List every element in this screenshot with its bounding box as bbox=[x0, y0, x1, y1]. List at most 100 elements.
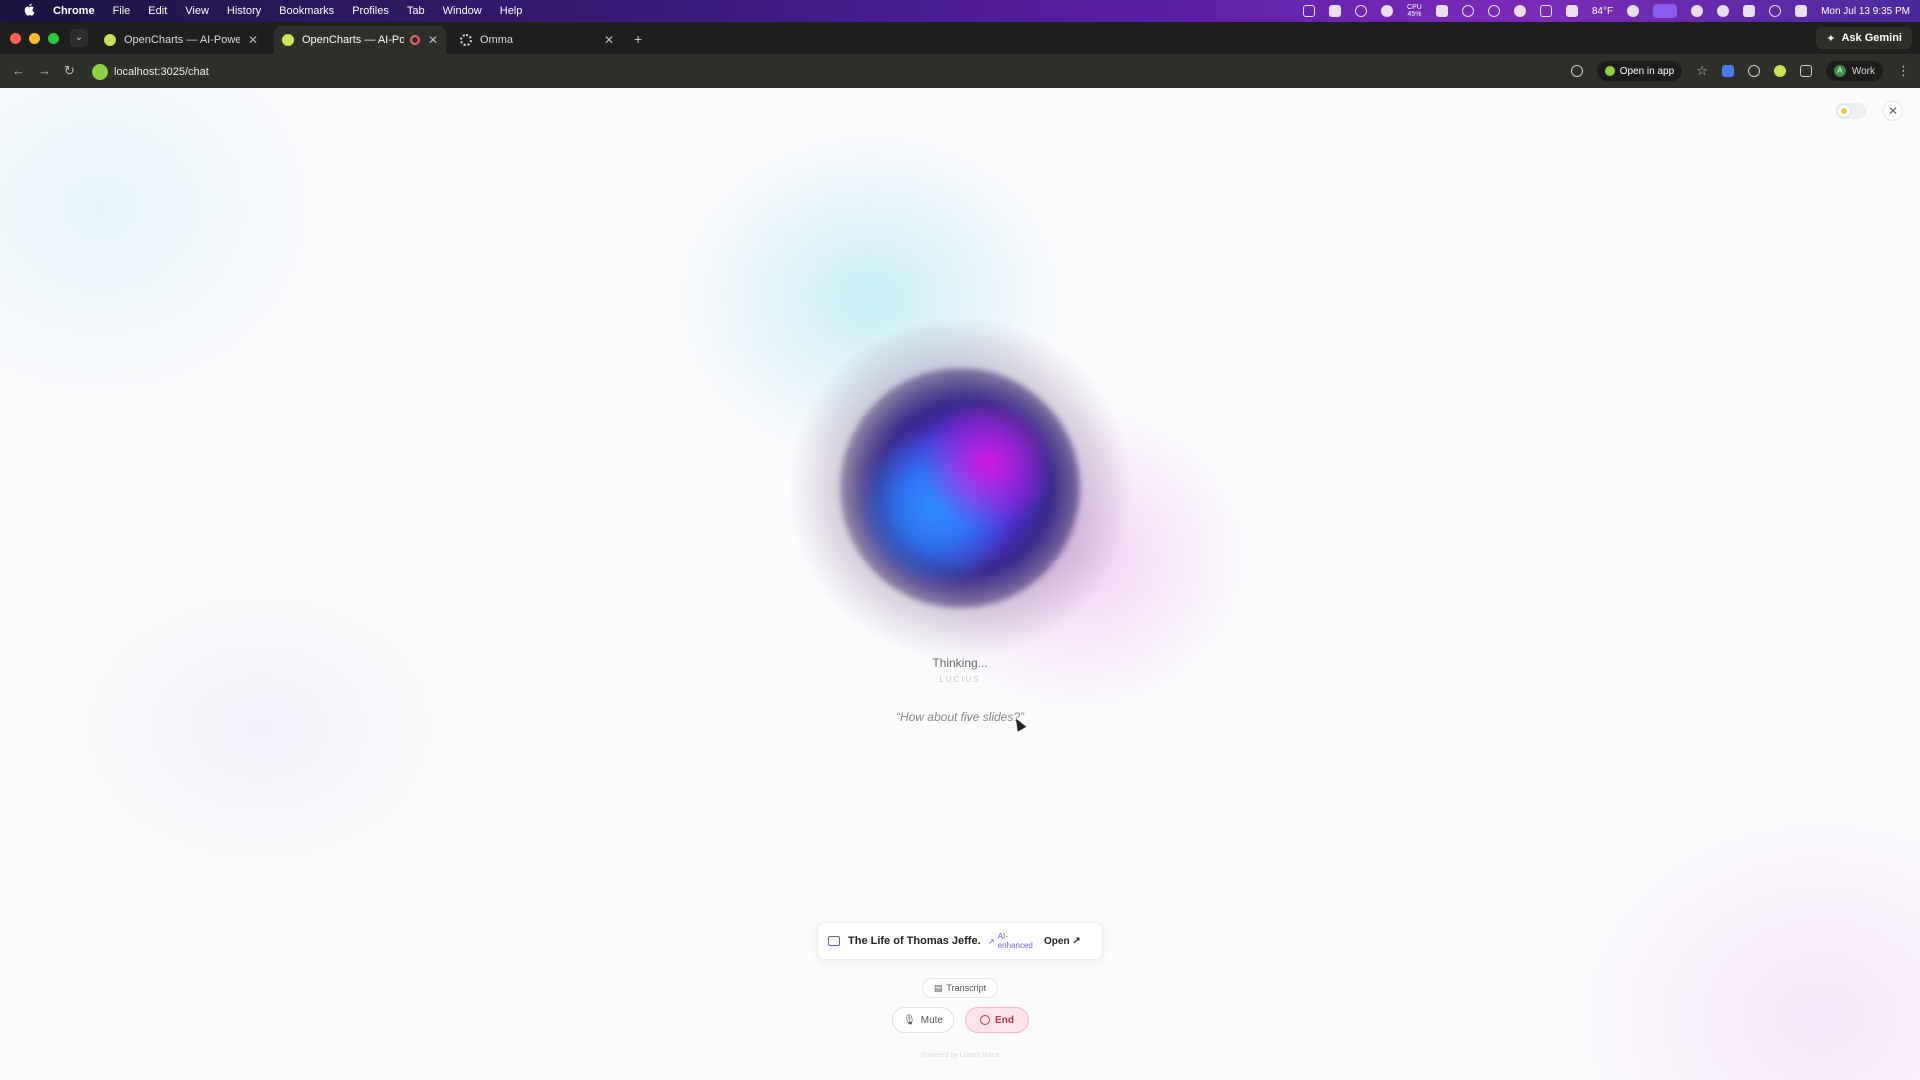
tab-close-icon[interactable]: ✕ bbox=[428, 33, 438, 47]
record-icon[interactable] bbox=[1487, 5, 1500, 17]
menu-view[interactable]: View bbox=[176, 5, 218, 17]
new-tab-icon[interactable]: + bbox=[634, 31, 642, 47]
extensions-puzzle-icon[interactable] bbox=[1799, 65, 1812, 77]
control-center-icon[interactable] bbox=[1795, 5, 1808, 17]
end-label: End bbox=[995, 1014, 1014, 1026]
end-call-icon bbox=[980, 1015, 991, 1025]
voice-status: Thinking... bbox=[932, 656, 988, 670]
apple-menu-icon[interactable] bbox=[14, 3, 44, 19]
presentation-icon bbox=[828, 936, 840, 946]
sun-icon bbox=[1841, 108, 1847, 114]
ask-gemini-label: Ask Gemini bbox=[1841, 32, 1902, 44]
transcript-icon: ▤ bbox=[933, 982, 943, 993]
bluetooth-icon[interactable] bbox=[1329, 5, 1342, 17]
omma-favicon-icon bbox=[460, 34, 472, 46]
reload-icon[interactable]: ↻ bbox=[64, 63, 75, 79]
screen-share-icon[interactable] bbox=[1653, 4, 1678, 18]
mute-button[interactable]: 🎙 Mute bbox=[892, 1007, 954, 1033]
opencharts-app-icon bbox=[1604, 66, 1615, 76]
macos-menu-bar: Chrome File Edit View History Bookmarks … bbox=[0, 0, 1920, 22]
close-window-icon[interactable] bbox=[10, 33, 21, 44]
powered-by-footer: Powered by Lucius Voice bbox=[920, 1052, 1000, 1059]
transcript-button[interactable]: ▤ Transcript bbox=[922, 978, 998, 998]
tab-close-icon[interactable]: ✕ bbox=[604, 33, 614, 47]
browser-tab-strip: ⌄ OpenCharts — AI-Powered P ✕ OpenCharts… bbox=[0, 22, 1920, 54]
open-label: Open bbox=[1044, 935, 1070, 947]
voice-chat-page: ✕ Thinking... LUCIUS “How about five sli… bbox=[0, 88, 1920, 1080]
menu-bookmarks[interactable]: Bookmarks bbox=[270, 5, 343, 17]
weather-readout[interactable]: 84°F bbox=[1592, 6, 1613, 17]
open-presentation-button[interactable]: Open ↗ bbox=[1044, 936, 1081, 947]
forward-arrow-icon[interactable]: → bbox=[38, 63, 51, 78]
mute-label: Mute bbox=[920, 1014, 943, 1026]
profile-avatar: A bbox=[1833, 65, 1846, 77]
extension-eye-icon[interactable] bbox=[1747, 65, 1760, 77]
tab-search-chevron-icon[interactable]: ⌄ bbox=[70, 29, 88, 47]
profile-button[interactable]: A Work bbox=[1825, 61, 1883, 81]
ai-badge-line-1: AI- bbox=[997, 932, 1008, 941]
sync-icon[interactable] bbox=[1461, 5, 1474, 17]
cloud-sync-icon[interactable] bbox=[1355, 5, 1368, 17]
location-icon[interactable] bbox=[1570, 65, 1583, 77]
open-in-app-button[interactable]: Open in app bbox=[1596, 61, 1683, 81]
voice-orb bbox=[840, 368, 1080, 608]
theme-toggle[interactable] bbox=[1836, 103, 1866, 119]
display-icon[interactable] bbox=[1539, 5, 1552, 17]
back-arrow-icon[interactable]: ← bbox=[12, 63, 25, 78]
cpu-value: 45% bbox=[1407, 11, 1422, 18]
end-call-button[interactable]: End bbox=[965, 1007, 1029, 1033]
agent-name: LUCIUS bbox=[939, 675, 981, 684]
presentation-title: The Life of Thomas Jeffe... bbox=[848, 935, 980, 947]
site-info-icon[interactable] bbox=[92, 64, 108, 80]
activity-icon[interactable] bbox=[1303, 5, 1316, 17]
minimize-window-icon[interactable] bbox=[29, 33, 40, 44]
menu-profiles[interactable]: Profiles bbox=[343, 5, 398, 17]
menu-file[interactable]: File bbox=[104, 5, 140, 17]
gemini-sparkle-icon: ✦ bbox=[1826, 32, 1836, 45]
tab-close-icon[interactable]: ✕ bbox=[248, 33, 258, 47]
transcript-label: Transcript bbox=[946, 983, 987, 993]
tab-title: OpenCharts — AI-Powere bbox=[302, 34, 404, 46]
recording-indicator-icon bbox=[409, 35, 420, 45]
bookmark-star-icon[interactable]: ☆ bbox=[1696, 63, 1708, 79]
chat-icon[interactable] bbox=[1627, 5, 1640, 17]
spotlight-search-icon[interactable] bbox=[1769, 5, 1782, 17]
extension-opencharts-icon[interactable] bbox=[1773, 65, 1786, 77]
menu-app-name[interactable]: Chrome bbox=[44, 5, 104, 17]
power-icon[interactable] bbox=[1435, 5, 1448, 17]
menu-edit[interactable]: Edit bbox=[139, 5, 176, 17]
close-button[interactable]: ✕ bbox=[1883, 101, 1903, 121]
tab-opencharts-2[interactable]: OpenCharts — AI-Powere ✕ bbox=[274, 26, 446, 54]
menu-help[interactable]: Help bbox=[491, 5, 532, 17]
menu-clock[interactable]: Mon Jul 13 9:35 PM bbox=[1821, 6, 1910, 17]
address-bar[interactable]: localhost:3025/chat bbox=[92, 59, 1568, 85]
fullscreen-window-icon[interactable] bbox=[48, 33, 59, 44]
tab-omma[interactable]: Omma ✕ bbox=[452, 26, 622, 54]
ask-gemini-button[interactable]: ✦ Ask Gemini bbox=[1816, 27, 1912, 49]
tab-opencharts-1[interactable]: OpenCharts — AI-Powered P ✕ bbox=[96, 26, 266, 54]
microphone-icon: 🎙 bbox=[903, 1014, 916, 1026]
siri-icon[interactable] bbox=[1717, 5, 1730, 17]
globe-icon[interactable] bbox=[1513, 5, 1526, 17]
menu-tab[interactable]: Tab bbox=[398, 5, 434, 17]
ai-badge-text: AI-enhanced bbox=[998, 932, 1033, 950]
browser-menu-icon[interactable]: ⋮ bbox=[1897, 63, 1910, 79]
window-controls bbox=[10, 33, 59, 44]
external-arrow-icon: ↗ bbox=[1072, 935, 1081, 947]
last-utterance: “How about five slides?” bbox=[895, 710, 1025, 724]
tab-title: OpenCharts — AI-Powered P bbox=[124, 34, 240, 46]
presentation-card[interactable]: The Life of Thomas Jeffe... ↗ AI-enhance… bbox=[817, 922, 1103, 960]
cpu-monitor[interactable]: CPU 45% bbox=[1407, 4, 1422, 18]
url-text[interactable]: localhost:3025/chat bbox=[114, 66, 209, 78]
tab-title: Omma bbox=[480, 34, 513, 46]
ai-badge-line-2: enhanced bbox=[997, 941, 1033, 950]
password-icon[interactable] bbox=[1381, 5, 1394, 17]
menu-window[interactable]: Window bbox=[434, 5, 491, 17]
focus-moon-icon[interactable] bbox=[1691, 5, 1704, 17]
extension-p-icon[interactable] bbox=[1721, 65, 1734, 77]
wifi-icon[interactable] bbox=[1743, 5, 1756, 17]
profile-label: Work bbox=[1851, 65, 1875, 77]
cloud-icon[interactable] bbox=[1565, 5, 1578, 17]
opencharts-favicon-icon bbox=[104, 34, 116, 46]
menu-history[interactable]: History bbox=[218, 5, 270, 17]
